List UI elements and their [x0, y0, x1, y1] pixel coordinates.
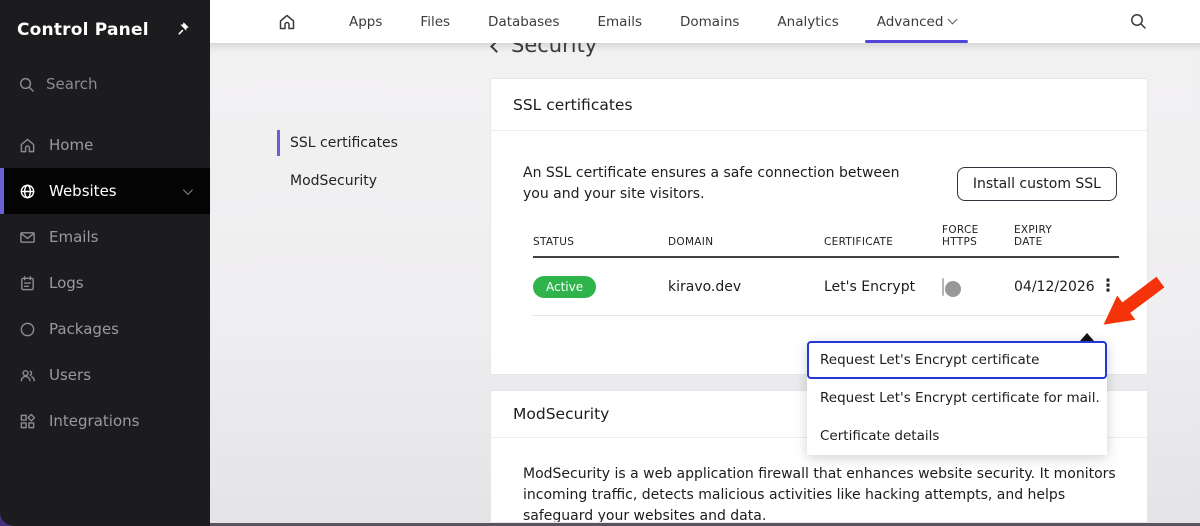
globe-icon: [18, 183, 37, 200]
sidebar-item-websites[interactable]: Websites: [0, 168, 210, 214]
chevron-down-icon: [182, 184, 193, 195]
ssl-card-title: SSL certificates: [491, 79, 1147, 131]
top-nav-tabs: Apps Files Databases Emails Domains Anal…: [330, 0, 975, 43]
status-badge: Active: [533, 275, 597, 298]
menu-item-request-lets-encrypt[interactable]: Request Let's Encrypt certificate: [807, 341, 1107, 379]
home-icon: [18, 137, 37, 154]
chevron-down-icon: [947, 14, 958, 25]
secondary-nav: SSL certificates ModSecurity: [277, 130, 398, 206]
install-custom-ssl-button[interactable]: Install custom SSL: [956, 167, 1117, 201]
ssl-table: STATUS DOMAIN CERTIFICATE FORCE HTTPS EX…: [533, 222, 1119, 317]
header-force-https: FORCE HTTPS: [942, 224, 979, 249]
certificate-cell: Let's Encrypt: [824, 278, 916, 295]
expiry-date-cell: 04/12/2026: [1014, 278, 1095, 295]
users-icon: [18, 367, 37, 384]
tab-databases[interactable]: Databases: [469, 0, 578, 43]
tab-apps[interactable]: Apps: [330, 0, 401, 43]
red-annotation-arrow: [1103, 276, 1165, 325]
ssl-card-description: An SSL certificate ensures a safe connec…: [523, 165, 900, 202]
tab-analytics[interactable]: Analytics: [758, 0, 857, 43]
sidebar: Control Panel Search Home Websites Email…: [0, 0, 210, 526]
header-domain: DOMAIN: [668, 236, 714, 249]
sidebar-nav: Home Websites Emails Logs Packages Users…: [0, 122, 210, 444]
dropdown-caret-icon: [1080, 333, 1094, 341]
sidebar-search-label: Search: [46, 75, 98, 93]
header-certificate: CERTIFICATE: [824, 236, 894, 249]
home-icon[interactable]: [278, 0, 296, 43]
domain-cell: kiravo.dev: [668, 278, 742, 295]
circle-icon: [18, 321, 37, 338]
menu-item-certificate-details[interactable]: Certificate details: [807, 417, 1107, 455]
top-nav: Apps Files Databases Emails Domains Anal…: [210, 0, 1200, 43]
envelope-icon: [18, 229, 37, 246]
sidebar-header: Control Panel: [0, 0, 210, 40]
sidebar-item-integrations[interactable]: Integrations: [0, 398, 210, 444]
table-row: Active kiravo.dev Let's Encrypt 04/12/20…: [533, 258, 1119, 317]
control-panel-app: Security Apps Files Databases Emails Dom…: [0, 0, 1200, 526]
menu-item-request-lets-encrypt-mail[interactable]: Request Let's Encrypt certificate for ma…: [807, 379, 1107, 417]
tab-files[interactable]: Files: [401, 0, 469, 43]
search-icon[interactable]: [1129, 12, 1147, 34]
sidebar-item-logs[interactable]: Logs: [0, 260, 210, 306]
app-title: Control Panel: [17, 20, 149, 40]
certificate-actions-dropdown: Request Let's Encrypt certificate Reques…: [807, 341, 1107, 455]
secnav-item-ssl-certificates[interactable]: SSL certificates: [277, 130, 398, 156]
sidebar-item-emails[interactable]: Emails: [0, 214, 210, 260]
logs-icon: [18, 275, 37, 292]
sidebar-item-packages[interactable]: Packages: [0, 306, 210, 352]
header-status: STATUS: [533, 236, 575, 249]
ssl-certificates-card: SSL certificates An SSL certificate ensu…: [490, 78, 1148, 375]
tab-domains[interactable]: Domains: [661, 0, 758, 43]
secnav-item-modsecurity[interactable]: ModSecurity: [277, 168, 398, 194]
sidebar-search[interactable]: Search: [0, 68, 210, 100]
toggle-knob: [945, 280, 961, 297]
sidebar-item-users[interactable]: Users: [0, 352, 210, 398]
force-https-toggle[interactable]: [942, 277, 961, 297]
integrations-icon: [18, 413, 37, 430]
tab-emails[interactable]: Emails: [579, 0, 662, 43]
header-expiry-date: EXPIRY DATE: [1014, 224, 1053, 249]
pin-icon[interactable]: [175, 21, 190, 40]
ssl-table-header: STATUS DOMAIN CERTIFICATE FORCE HTTPS EX…: [533, 222, 1119, 259]
sidebar-item-home[interactable]: Home: [0, 122, 210, 168]
tab-advanced[interactable]: Advanced: [858, 0, 976, 43]
